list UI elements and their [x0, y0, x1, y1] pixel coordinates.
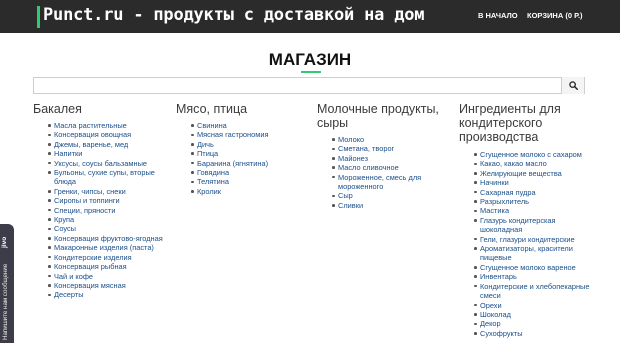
- category-item-link[interactable]: Кондитерские изделия: [48, 253, 163, 262]
- category-item-link[interactable]: Напитки: [48, 149, 163, 158]
- category-item-link[interactable]: Глазурь кондитерская шоколадная: [474, 216, 594, 235]
- category-item-link[interactable]: Уксусы, соусы бальзамные: [48, 159, 163, 168]
- nav-cart-link[interactable]: КОРЗИНА (0 Р.): [527, 11, 583, 20]
- brand-accent-bar: [37, 6, 40, 28]
- category-item-link[interactable]: Масла растительные: [48, 121, 163, 130]
- category-item-link[interactable]: Кролик: [191, 187, 306, 196]
- category-item-link[interactable]: Чай и кофе: [48, 272, 163, 281]
- category-item-link[interactable]: Телятина: [191, 177, 306, 186]
- category-item-link[interactable]: Джемы, варенье, мед: [48, 140, 163, 149]
- category-heading[interactable]: Ингредиенты для кондитерского производст…: [459, 102, 594, 144]
- category-list: Свинина Мясная гастрономия Дичь Птица Барани…: [176, 121, 306, 196]
- category-item-link[interactable]: Разрыхлитель: [474, 197, 594, 206]
- site-title[interactable]: Punct.ru - продукты с доставкой на дом: [43, 5, 425, 25]
- category-heading[interactable]: Бакалея: [33, 102, 163, 116]
- category-item-link[interactable]: Сыр: [332, 191, 452, 200]
- category-item-link[interactable]: Сухофрукты: [474, 329, 594, 338]
- category-item-link[interactable]: Консервация овощная: [48, 130, 163, 139]
- category-item-link[interactable]: Десерты: [48, 290, 163, 299]
- category-item-link[interactable]: Крупа: [48, 215, 163, 224]
- category-item-link[interactable]: Шоколад: [474, 310, 594, 319]
- category-item-link[interactable]: Соусы: [48, 224, 163, 233]
- search-bar: [33, 77, 585, 94]
- category-item-link[interactable]: Сгущенное молоко с сахаром: [474, 150, 594, 159]
- category-item-link[interactable]: Гели, глазури кондитерские: [474, 235, 594, 244]
- category-item-link[interactable]: Молоко: [332, 135, 452, 144]
- category-list: Масла растительные Консервация овощная Дже…: [33, 121, 163, 300]
- title-underline: [301, 71, 321, 73]
- category-heading[interactable]: Мясо, птица: [176, 102, 306, 116]
- category-item-link[interactable]: Инвентарь: [474, 272, 594, 281]
- category-item-link[interactable]: Сливки: [332, 201, 452, 210]
- category-item-link[interactable]: Консервация фруктово-ягодная: [48, 234, 163, 243]
- search-icon: [569, 81, 578, 90]
- category-item-link[interactable]: Масло сливочное: [332, 163, 452, 172]
- category-item-link[interactable]: Сметана, творог: [332, 144, 452, 153]
- category-item-link[interactable]: Сгущенное молоко вареное: [474, 263, 594, 272]
- category-list: Сгущенное молоко с сахаром Какао, какао м…: [459, 150, 594, 338]
- category-item-link[interactable]: Консервация рыбная: [48, 262, 163, 271]
- category-item-link[interactable]: Птица: [191, 149, 306, 158]
- category-column-meat: Мясо, птица Свинина Мясная гастрономия Дич…: [176, 102, 306, 196]
- category-item-link[interactable]: Специи, пряности: [48, 206, 163, 215]
- category-item-link[interactable]: Макаронные изделия (паста): [48, 243, 163, 252]
- search-button[interactable]: [561, 77, 584, 94]
- category-item-link[interactable]: Консервация мясная: [48, 281, 163, 290]
- category-item-link[interactable]: Баранина (ягнятина): [191, 159, 306, 168]
- category-item-link[interactable]: Декор: [474, 319, 594, 328]
- nav-home-link[interactable]: В НАЧАЛО: [478, 11, 518, 20]
- category-list: Молоко Сметана, творог Майонез Масло сливоч…: [317, 135, 452, 210]
- category-item-link[interactable]: Майонез: [332, 154, 452, 163]
- category-item-link[interactable]: Орехи: [474, 301, 594, 310]
- category-column-confectionery: Ингредиенты для кондитерского производст…: [459, 102, 594, 338]
- top-navbar: Punct.ru - продукты с доставкой на дом В…: [0, 0, 620, 33]
- chat-widget-tab[interactable]: jivo Напишите нам сообщение: [0, 224, 14, 343]
- category-item-link[interactable]: Кондитерские и хлебопекарные смеси: [474, 282, 594, 301]
- chat-widget-brand: jivo: [1, 236, 8, 248]
- category-column-dairy: Молочные продукты, сыры Молоко Сметана, т…: [317, 102, 452, 210]
- category-item-link[interactable]: Сахарная пудра: [474, 188, 594, 197]
- category-heading[interactable]: Молочные продукты, сыры: [317, 102, 452, 130]
- category-item-link[interactable]: Ароматизаторы, красители пищевые: [474, 244, 594, 263]
- category-item-link[interactable]: Мороженное, смесь для мороженного: [332, 173, 452, 192]
- category-item-link[interactable]: Бульоны, сухие супы, вторые блюда: [48, 168, 163, 187]
- chat-widget-label: Напишите нам сообщение: [2, 263, 9, 340]
- category-item-link[interactable]: Дичь: [191, 140, 306, 149]
- category-item-link[interactable]: Начинки: [474, 178, 594, 187]
- category-item-link[interactable]: Говядина: [191, 168, 306, 177]
- category-item-link[interactable]: Свинина: [191, 121, 306, 130]
- category-item-link[interactable]: Мастика: [474, 206, 594, 215]
- category-item-link[interactable]: Желирующие вещества: [474, 169, 594, 178]
- search-input[interactable]: [34, 78, 562, 93]
- category-item-link[interactable]: Гренки, чипсы, снеки: [48, 187, 163, 196]
- page-title: МАГАЗИН: [268, 50, 352, 69]
- category-item-link[interactable]: Какао, какао масло: [474, 159, 594, 168]
- category-column-grocery: Бакалея Масла растительные Консервация ов…: [33, 102, 163, 300]
- category-item-link[interactable]: Мясная гастрономия: [191, 130, 306, 139]
- category-item-link[interactable]: Сиропы и топпинги: [48, 196, 163, 205]
